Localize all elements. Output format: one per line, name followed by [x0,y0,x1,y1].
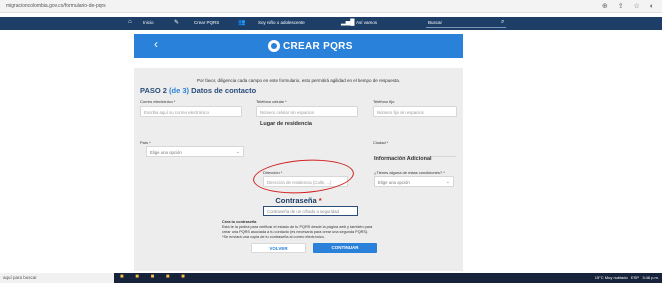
back-chevron-icon[interactable]: ‹ [154,37,158,51]
site-navigation: ⌂ Inicio ✎ Crear PQRS 👥 Soy niño o adole… [0,17,662,30]
browser-toolbar: migracioncolombia.gov.co/formulario-de-p… [0,0,662,13]
mobile-field[interactable]: Número celular sin espacios [256,106,358,117]
condition-select[interactable]: Elige una opción ⌄ [374,176,454,187]
country-select[interactable]: Elige una opción ⌄ [146,146,244,157]
form-intro: Por favor, diligencia cada campo en este… [196,78,401,83]
taskbar-apps[interactable]: ■ ■ ■ ■ ■ [120,274,190,280]
home-icon[interactable]: ⌂ [128,19,132,25]
password-heading-text: Contraseña [275,196,317,205]
language-text: ESP [631,275,639,280]
search-icon[interactable]: ⌕ [501,19,504,26]
screen: migracioncolombia.gov.co/formulario-de-p… [0,0,662,283]
clock-text: 3:46 p.m. [642,275,659,280]
city-label: Ciudad * [373,140,389,145]
residence-heading: Lugar de residencia [260,121,312,127]
condition-value: Elige una opción [378,180,410,185]
step-title: Datos de contacto [191,86,257,95]
mobile-label: Teléfono celular * [256,99,287,104]
step-prefix: PASO 2 [140,86,167,95]
email-label: Correo electrónico * [140,99,176,104]
pqrs-logo-icon [268,40,280,52]
landline-label: Teléfono fijo [373,99,395,104]
page-banner: ‹ CREAR PQRS [134,34,463,58]
pqrs-form: Por favor, diligencia cada campo en este… [134,68,463,271]
country-value: Elige una opción [150,150,182,155]
pqrs-icon[interactable]: ✎ [174,19,179,26]
step-heading: PASO 2 (de 3) Datos de contacto [140,86,256,95]
taskbar-search[interactable]: aquí para buscar [0,273,114,283]
additional-info-heading: Información Adicional [374,156,432,162]
password-note-line: *Se enviará una copia de tu contraseña a… [222,235,325,239]
step-fraction: (de 3) [169,86,190,95]
chart-icon[interactable]: ▂▅█ [341,19,354,26]
password-field[interactable]: Contraseña de un cifrado a seguridad [263,206,358,216]
browser-actions[interactable]: ⊕ ⇪ ☆ ◐ [602,2,658,10]
search-placeholder: Buscar [428,20,443,25]
landline-field[interactable]: Número fijo sin espacios [373,106,457,117]
back-button[interactable]: VOLVER [251,243,306,253]
password-note-line: crear una PQRS asociada a tu contacto (e… [222,230,369,234]
chevron-down-icon: ⌄ [445,179,450,185]
address-bar[interactable]: migracioncolombia.gov.co/formulario-de-p… [6,3,106,9]
nav-item-inicio[interactable]: Inicio [143,20,154,25]
weather-text: 15°C Muy nublado [594,275,628,280]
password-note-line: Esta te la pedirá para verificar el esta… [222,225,373,229]
email-field[interactable]: Escriba aquí su correo electrónico [140,106,242,117]
condition-label: ¿Tienes alguna de estas condiciones? * [374,170,445,175]
nav-item-crear-pqrs[interactable]: Crear PQRS [194,20,219,25]
continue-button[interactable]: CONTINUAR [313,243,377,253]
password-heading: Contraseña * [134,196,463,205]
address-label: Dirección * [263,170,283,175]
system-tray[interactable]: 15°C Muy nublado ESP 3:46 p.m. [595,275,659,280]
nav-item-asi-vamos[interactable]: Así vamos [356,20,377,25]
page-title: CREAR PQRS [283,41,353,52]
nav-item-nino[interactable]: Soy niño o adolescente [258,20,305,25]
windows-taskbar: aquí para buscar ■ ■ ■ ■ ■ 15°C Muy nubl… [0,273,662,283]
chevron-down-icon: ⌄ [235,149,240,155]
required-mark: * [318,196,322,205]
search-input[interactable]: Buscar [426,19,506,28]
address-field[interactable]: Dirección de residencia (Calle, ...) [263,176,348,187]
password-note-title: Crea tu contraseña [222,220,257,224]
country-label: País * [140,140,151,145]
people-icon[interactable]: 👥 [238,19,245,26]
